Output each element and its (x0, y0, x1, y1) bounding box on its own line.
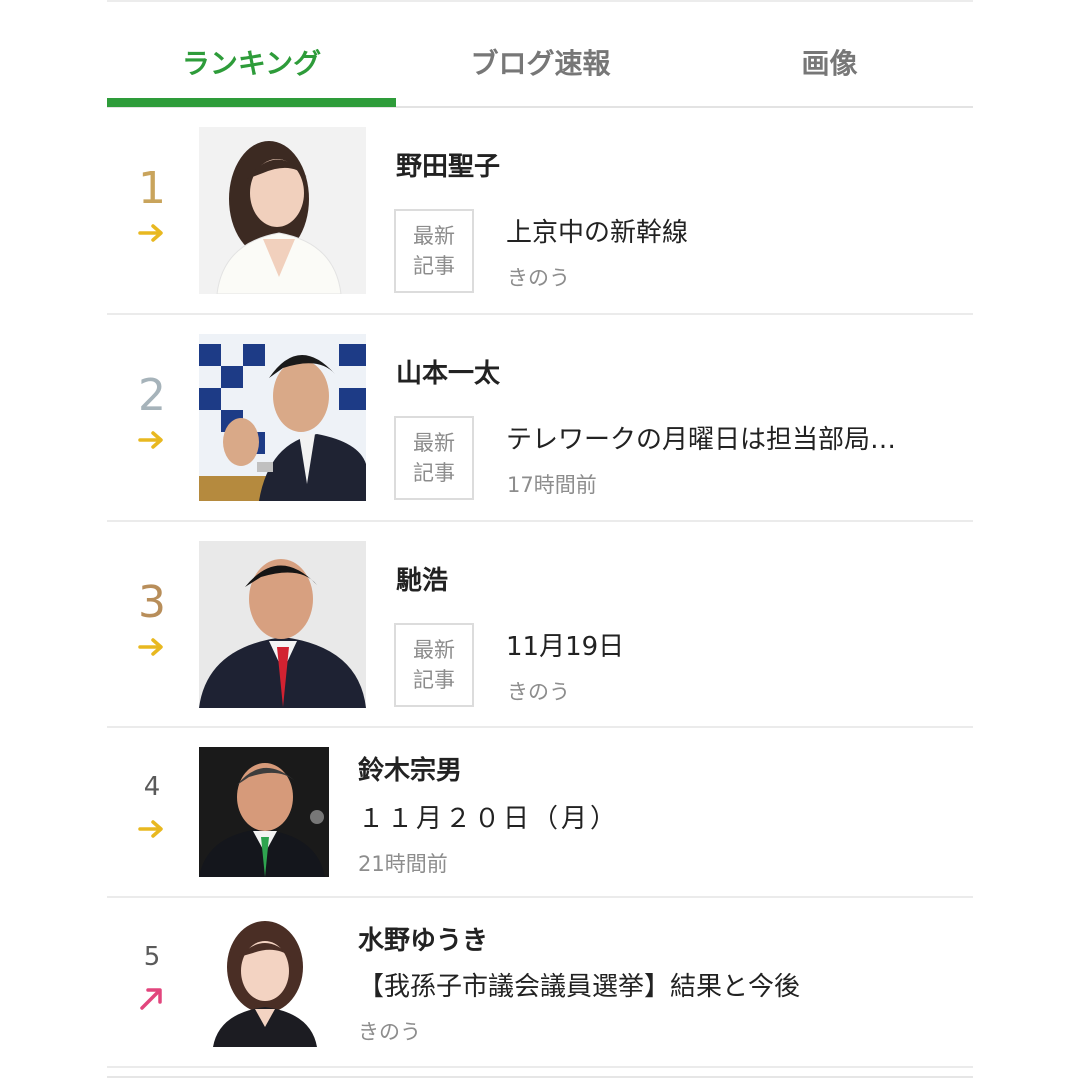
article-title[interactable]: 11月19日 (506, 626, 624, 663)
blogger-name[interactable]: 野田聖子 (396, 146, 500, 183)
post-time: きのう (507, 680, 570, 704)
rank-number: 5 (143, 942, 161, 972)
blogger-name[interactable]: 山本一太 (396, 353, 500, 390)
bottom-divider (107, 1076, 973, 1078)
badge-line: 記事 (413, 668, 455, 692)
article-title[interactable]: １１月２０日（月） (358, 798, 619, 835)
flat-arrow-icon (138, 224, 163, 242)
tab-images[interactable]: 画像 (685, 22, 974, 102)
rank-cell: 1 (107, 163, 197, 244)
latest-article-badge: 最新 記事 (394, 416, 474, 500)
avatar[interactable] (199, 747, 329, 877)
flat-arrow-icon (138, 431, 163, 449)
rank-number: 4 (143, 772, 161, 802)
article-title[interactable]: 上京中の新幹線 (506, 212, 688, 249)
badge-line: 最新 (413, 224, 455, 248)
flat-arrow-icon (138, 820, 163, 838)
latest-article-badge: 最新 記事 (394, 209, 474, 293)
flat-arrow-icon (138, 638, 163, 656)
tab-bar: ランキング ブログ速報 画像 (107, 22, 973, 108)
up-arrow-icon (140, 988, 162, 1010)
row-divider (107, 1066, 973, 1068)
rank-number: 1 (138, 163, 166, 214)
badge-line: 記事 (413, 461, 455, 485)
ranking-row-4[interactable]: 4 鈴木宗男 １１月２０日（月） 21時間前 (107, 728, 973, 898)
rank-cell: 3 (107, 577, 197, 658)
avatar[interactable] (199, 541, 366, 708)
rank-cell: 2 (107, 370, 197, 451)
avatar[interactable] (199, 917, 329, 1047)
latest-article-badge: 最新 記事 (394, 623, 474, 707)
post-time: きのう (507, 266, 570, 290)
tab-blog-news[interactable]: ブログ速報 (396, 22, 685, 102)
badge-line: 最新 (413, 638, 455, 662)
ranking-row-1[interactable]: 1 野田聖子 最新 記事 上京中の新幹線 きのう (107, 108, 973, 315)
article-title[interactable]: テレワークの月曜日は担当部局… (506, 419, 896, 456)
tab-ranking[interactable]: ランキング (107, 22, 396, 102)
rank-cell: 5 (107, 942, 197, 1012)
avatar[interactable] (199, 127, 366, 294)
top-divider (107, 0, 973, 2)
blogger-name[interactable]: 水野ゆうき (358, 920, 488, 957)
post-time: 21時間前 (358, 852, 448, 876)
ranking-row-2[interactable]: 2 山本一太 最新 記事 テレワークの月曜日は担当部局… 17時間前 (107, 315, 973, 522)
post-time: 17時間前 (507, 473, 597, 497)
post-time: きのう (358, 1020, 421, 1044)
avatar[interactable] (199, 334, 366, 501)
rank-number: 2 (138, 370, 166, 421)
article-title[interactable]: 【我孫子市議会議員選挙】結果と今後 (358, 966, 800, 1003)
ranking-row-5[interactable]: 5 水野ゆうき 【我孫子市議会議員選挙】結果と今後 きのう (107, 898, 973, 1068)
rank-cell: 4 (107, 772, 197, 840)
badge-line: 最新 (413, 431, 455, 455)
active-tab-indicator (107, 98, 396, 107)
blogger-name[interactable]: 鈴木宗男 (358, 750, 462, 787)
blogger-name[interactable]: 馳浩 (396, 560, 448, 597)
ranking-row-3[interactable]: 3 馳浩 最新 記事 11月19日 きのう (107, 522, 973, 728)
rank-number: 3 (138, 577, 166, 628)
badge-line: 記事 (413, 254, 455, 278)
